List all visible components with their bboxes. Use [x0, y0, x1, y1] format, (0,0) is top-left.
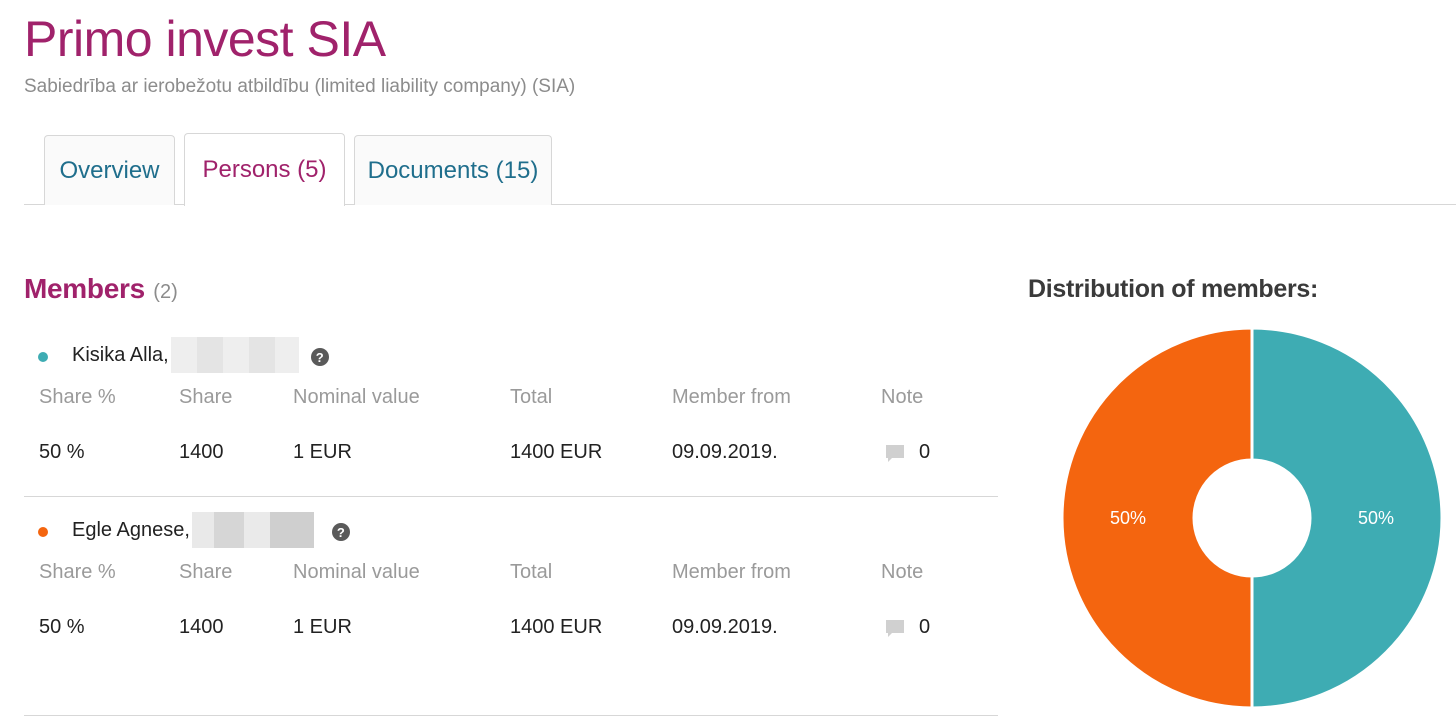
col-share-pct-header: Share % [39, 561, 116, 583]
company-page: Primo invest SIA Sabiedrība ar ierobežot… [0, 0, 1456, 726]
tab-documents[interactable]: Documents (15) [354, 135, 552, 205]
members-count: (2) [153, 281, 178, 303]
distribution-donut-chart: 50% 50% [1060, 326, 1444, 710]
pie-slice[interactable] [1250, 326, 1444, 710]
col-note-header: Note [881, 386, 924, 408]
members-heading: Members (2) [24, 273, 178, 305]
col-nominal-header: Nominal value [293, 386, 420, 408]
member-row: Kisika Alla, ? Share % Share Nominal val… [24, 322, 998, 497]
member-row: Egle Agnese, ? Share % Share Nominal val… [24, 497, 998, 672]
member-name: Egle Agnese, [72, 518, 190, 541]
page-title: Primo invest SIA [24, 11, 386, 67]
tab-persons[interactable]: Persons (5) [184, 133, 345, 206]
comment-icon[interactable] [885, 443, 905, 463]
pie-slice-label: 50% [1110, 508, 1146, 528]
member-name-row: Kisika Alla, ? [38, 337, 329, 373]
col-share-header: Share [179, 386, 233, 408]
note-count: 0 [919, 616, 931, 638]
share-value: 1400 [179, 616, 224, 638]
member-name: Kisika Alla, [72, 343, 169, 366]
share-value: 1400 [179, 441, 224, 463]
comment-icon[interactable] [885, 618, 905, 638]
question-icon[interactable]: ? [310, 348, 329, 366]
col-note-header: Note [881, 561, 924, 583]
col-member-from-header: Member from [672, 386, 791, 408]
redacted-id-block [191, 512, 314, 548]
total-value: 1400 EUR [510, 441, 603, 463]
tab-overview[interactable]: Overview [44, 135, 175, 205]
chart-title: Distribution of members: [1028, 275, 1319, 303]
note-value: 0 [881, 616, 930, 639]
member-name-row: Egle Agnese, ? [38, 512, 350, 548]
total-value: 1400 EUR [510, 616, 603, 638]
col-share-header: Share [179, 561, 233, 583]
section-divider [24, 715, 998, 716]
pie-slice-label: 50% [1358, 508, 1394, 528]
pie-slice[interactable] [1060, 326, 1254, 710]
col-nominal-header: Nominal value [293, 561, 420, 583]
share-pct-value: 50 % [39, 616, 85, 638]
member-from-value: 09.09.2019. [672, 616, 778, 638]
member-color-dot [38, 527, 48, 537]
col-total-header: Total [510, 386, 553, 408]
col-share-pct-header: Share % [39, 386, 116, 408]
note-value: 0 [881, 441, 930, 464]
members-heading-label: Members [24, 273, 145, 304]
col-member-from-header: Member from [672, 561, 791, 583]
redacted-id-block [170, 337, 299, 373]
member-color-dot [38, 352, 48, 362]
member-from-value: 09.09.2019. [672, 441, 778, 463]
question-icon[interactable]: ? [331, 523, 350, 541]
nominal-value: 1 EUR [293, 441, 352, 463]
share-pct-value: 50 % [39, 441, 85, 463]
col-total-header: Total [510, 561, 553, 583]
company-type-subtitle: Sabiedrība ar ierobežotu atbildību (limi… [24, 76, 576, 97]
note-count: 0 [919, 441, 931, 463]
nominal-value: 1 EUR [293, 616, 352, 638]
